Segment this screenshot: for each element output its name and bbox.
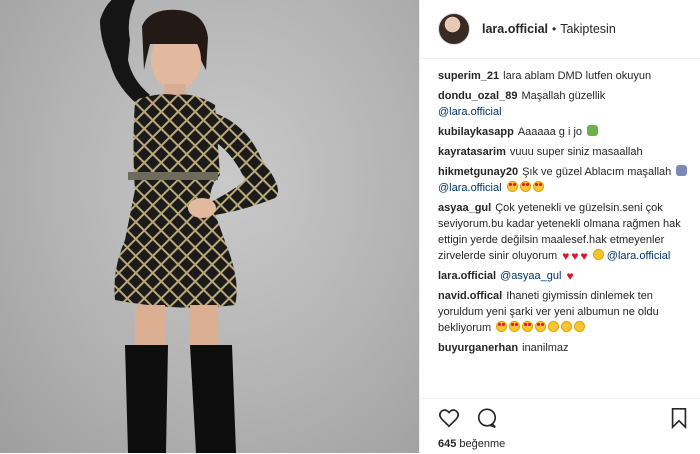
red-heart-emoji-icon: ♥ — [566, 269, 574, 283]
comment-item: asyaa_gul Çok yetenekli ve güzelsin.seni … — [438, 200, 690, 264]
heart-eyes-emoji-icon — [522, 321, 534, 332]
heart-eyes-emoji-icon — [509, 321, 521, 332]
comment-mention[interactable]: @lara.official — [607, 250, 671, 262]
likes-count[interactable]: 645 beğenme — [438, 438, 505, 450]
likes-label: beğenme — [459, 438, 506, 450]
comment-text: Aaaaaa g i jo — [517, 126, 583, 138]
smile-emoji-icon — [561, 321, 573, 332]
heart-outline-icon[interactable] — [438, 407, 460, 429]
post-photo — [0, 0, 419, 453]
comment-username[interactable]: navid.offical — [438, 290, 502, 302]
author-username[interactable]: lara.official — [482, 22, 548, 36]
follow-status[interactable]: Takiptesin — [560, 22, 616, 36]
comment-text: inanilmaz — [522, 342, 569, 354]
comment-username[interactable]: hikmetgunay20 — [438, 166, 518, 178]
comment-item: dondu_ozal_89 Maşallah güzellik @lara.off… — [438, 88, 690, 120]
comments-list: superim_21 lara ablam DMD lutfen okuyun d… — [438, 68, 690, 360]
header-separator: • — [552, 22, 557, 36]
comment-mention[interactable]: @lara.official — [438, 182, 502, 194]
heart-eyes-emoji-icon — [496, 321, 508, 332]
bookmark-icon[interactable] — [668, 407, 690, 430]
heart-eyes-emoji-icon — [519, 181, 531, 192]
smile-emoji-icon — [548, 321, 560, 332]
comment-text: vuuu super siniz masaallah — [509, 146, 643, 158]
comment-username[interactable]: kayratasarim — [438, 146, 506, 158]
comment-username[interactable]: asyaa_gul — [438, 202, 491, 214]
comment-item: kubilaykasapp Aaaaaa g i jo — [438, 124, 690, 140]
comment-item: hikmetgunay20 Şık ve güzel Ablacım maşall… — [438, 164, 690, 196]
smile-emoji-icon — [574, 321, 586, 332]
comment-item: kayratasarim vuuu super siniz masaallah — [438, 144, 690, 160]
comment-username[interactable]: kubilaykasapp — [438, 126, 514, 138]
red-heart-emoji-icon: ♥ — [562, 249, 570, 263]
likes-number: 645 — [438, 438, 457, 450]
red-heart-emoji-icon: ♥ — [571, 249, 579, 263]
plant-emoji-icon — [587, 125, 599, 136]
post-header: lara.official • Takiptesin — [420, 0, 700, 59]
comment-item: navid.offical Ihaneti giymissin dinlemek … — [438, 288, 690, 336]
comment-bubble-icon[interactable] — [476, 407, 498, 429]
person-emoji-icon — [676, 165, 688, 176]
avatar[interactable] — [438, 13, 470, 45]
comment-item: buyurganerhan inanilmaz — [438, 340, 690, 356]
comment-text: Şık ve güzel Ablacım maşallah — [522, 166, 672, 178]
comment-username[interactable]: buyurganerhan — [438, 342, 518, 354]
comment-username[interactable]: lara.official — [438, 270, 496, 282]
comment-text: Maşallah güzellik — [521, 90, 606, 102]
red-heart-emoji-icon: ♥ — [580, 249, 588, 263]
post-side-panel: lara.official • Takiptesin superim_21lar… — [419, 0, 700, 453]
comment-item: superim_21 lara ablam DMD lutfen okuyun — [438, 68, 690, 84]
heart-eyes-emoji-icon — [506, 181, 518, 192]
heart-eyes-emoji-icon — [535, 321, 547, 332]
comment-username[interactable]: dondu_ozal_89 — [438, 90, 517, 102]
comment-text: lara ablam DMD lutfen okuyun — [503, 70, 652, 82]
heart-eyes-emoji-icon — [532, 181, 544, 192]
comment-mention[interactable]: @lara.official — [438, 106, 502, 118]
photo-illustration — [100, 0, 279, 453]
comment-username[interactable]: superim_21 — [438, 70, 499, 82]
comment-mention[interactable]: @asyaa_gul — [500, 270, 561, 282]
wink-emoji-icon — [592, 249, 604, 260]
comment-item: lara.official @asyaa_gul ♥ — [438, 268, 690, 284]
